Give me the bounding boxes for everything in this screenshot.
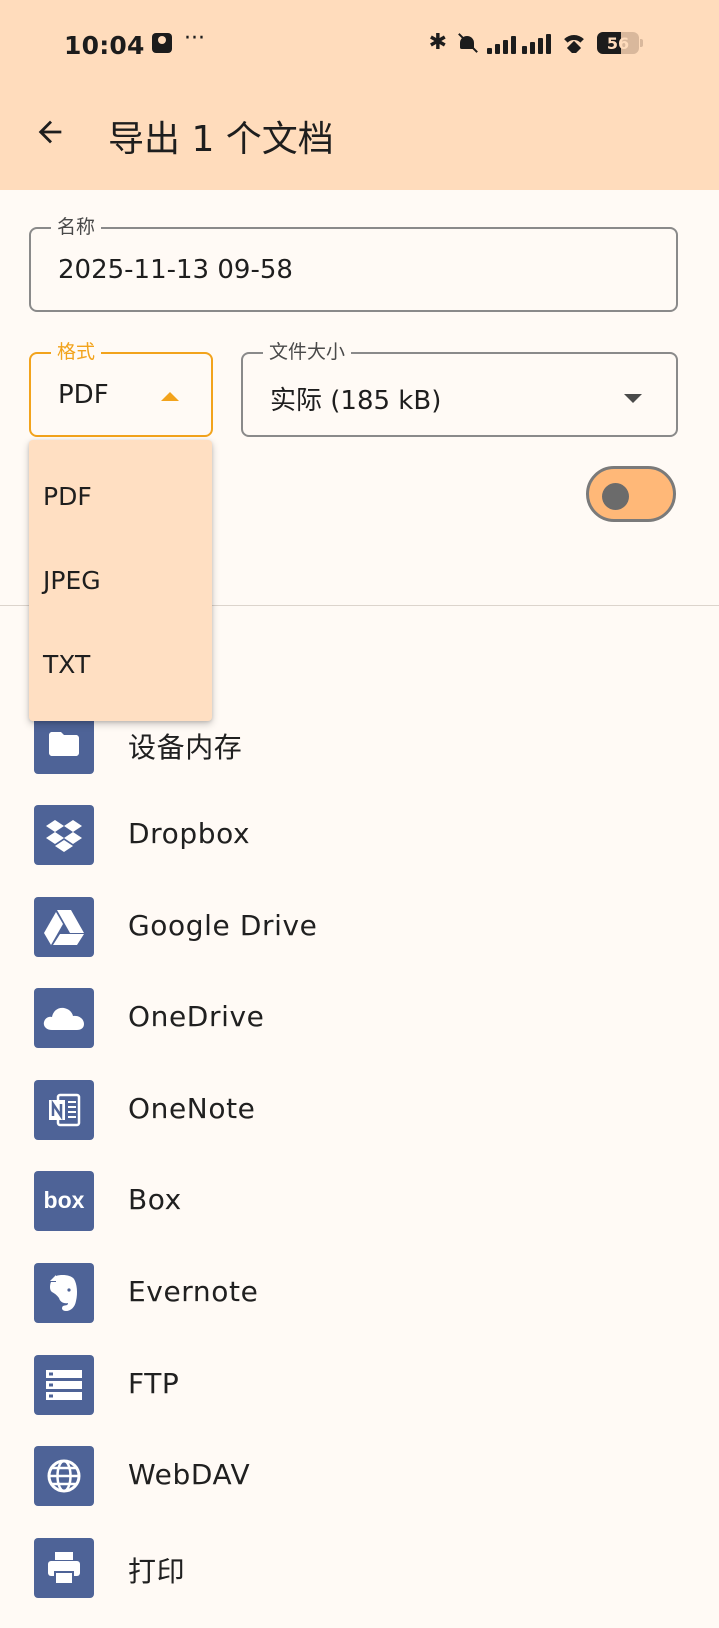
status-indicators: ✱ 56	[429, 32, 643, 54]
onenote-icon	[34, 1080, 94, 1140]
page-title: 导出 1 个文档	[108, 119, 334, 160]
name-field-label: 名称	[51, 216, 102, 238]
svg-text:box: box	[44, 1188, 85, 1213]
status-time: 10:04	[64, 31, 145, 60]
name-field[interactable]: 名称 2025-11-13 09-58	[29, 216, 678, 312]
cellular-signal-icon	[487, 32, 551, 54]
arrow-back-icon	[38, 120, 62, 144]
mute-bell-icon	[457, 33, 477, 53]
destination-label: FTP	[128, 1367, 180, 1400]
destination-label: Google Drive	[128, 909, 318, 942]
destination-label: Dropbox	[128, 817, 251, 850]
destination-print[interactable]: 打印	[0, 1538, 719, 1628]
destination-label: Evernote	[128, 1275, 259, 1308]
onedrive-icon	[34, 988, 94, 1048]
evernote-icon	[34, 1263, 94, 1323]
battery-level: 56	[606, 33, 630, 53]
destination-label: 打印	[128, 1555, 186, 1588]
format-select[interactable]: 格式 PDF	[29, 341, 213, 437]
name-field-value: 2025-11-13 09-58	[58, 255, 293, 285]
dropbox-icon	[34, 805, 94, 865]
destination-webdav[interactable]: WebDAV	[0, 1446, 719, 1536]
folder-icon	[34, 714, 94, 774]
more-notifications-icon: ···	[184, 26, 205, 51]
status-bar: 10:04 ··· ✱ 56	[0, 18, 719, 74]
toggle-knob	[602, 483, 629, 510]
format-select-value: PDF	[58, 380, 109, 410]
destination-evernote[interactable]: Evernote	[0, 1263, 719, 1353]
file-size-select[interactable]: 文件大小 实际 (185 kB)	[241, 341, 678, 437]
destination-label: WebDAV	[128, 1458, 251, 1491]
notification-app-icon	[152, 33, 172, 53]
destination-device-storage[interactable]: 设备内存	[0, 714, 719, 804]
destination-label: OneDrive	[128, 1000, 265, 1033]
dropdown-arrow-down-icon	[624, 394, 642, 403]
top-app-bar: 10:04 ··· ✱ 56 导出 1 个文档	[0, 0, 719, 190]
globe-icon	[34, 1446, 94, 1506]
format-option-jpeg[interactable]: JPEG	[29, 538, 212, 622]
box-icon: box	[34, 1171, 94, 1231]
format-dropdown-menu: PDF JPEG TXT	[29, 440, 212, 721]
destination-box[interactable]: box Box	[0, 1171, 719, 1261]
destination-label: 设备内存	[128, 731, 243, 764]
ftp-server-icon	[34, 1355, 94, 1415]
destination-google-drive[interactable]: Google Drive	[0, 897, 719, 987]
destination-ftp[interactable]: FTP	[0, 1355, 719, 1445]
print-icon	[34, 1538, 94, 1598]
file-size-select-label: 文件大小	[263, 341, 352, 363]
app-bar: 导出 1 个文档	[0, 96, 719, 168]
battery-icon: 56	[597, 32, 639, 54]
destination-dropbox[interactable]: Dropbox	[0, 805, 719, 895]
destination-onedrive[interactable]: OneDrive	[0, 988, 719, 1078]
format-option-pdf[interactable]: PDF	[29, 454, 212, 538]
destination-onenote[interactable]: OneNote	[0, 1080, 719, 1170]
destination-label: Box	[128, 1183, 182, 1216]
bluetooth-icon: ✱	[428, 30, 447, 55]
file-size-select-value: 实际 (185 kB)	[270, 386, 442, 416]
format-select-label: 格式	[51, 341, 102, 363]
back-button[interactable]	[28, 110, 72, 154]
dropdown-arrow-up-icon	[161, 392, 179, 401]
google-drive-icon	[34, 897, 94, 957]
option-toggle-switch[interactable]	[586, 466, 676, 522]
destination-label: OneNote	[128, 1092, 256, 1125]
format-option-txt[interactable]: TXT	[29, 622, 212, 706]
wifi-icon	[561, 33, 587, 53]
